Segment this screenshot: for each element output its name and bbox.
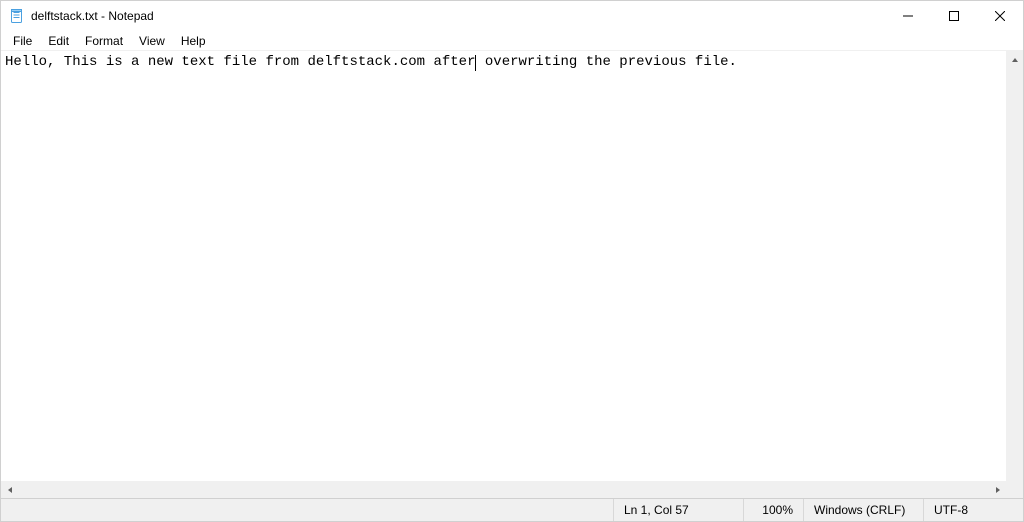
window-controls	[885, 1, 1023, 31]
minimize-button[interactable]	[885, 1, 931, 31]
status-eol: Windows (CRLF)	[803, 499, 923, 521]
text-before-cursor: Hello, This is a new text file from delf…	[5, 54, 475, 70]
horizontal-scroll-track[interactable]	[18, 481, 989, 498]
scroll-up-arrow-icon[interactable]	[1006, 51, 1023, 68]
menu-format[interactable]: Format	[77, 32, 131, 50]
horizontal-scrollbar[interactable]	[1, 481, 1006, 498]
menubar: File Edit Format View Help	[1, 31, 1023, 51]
notepad-window: delftstack.txt - Notepad File Edit Forma…	[0, 0, 1024, 522]
notepad-icon	[9, 8, 25, 24]
close-button[interactable]	[977, 1, 1023, 31]
scroll-right-arrow-icon[interactable]	[989, 481, 1006, 498]
menu-help[interactable]: Help	[173, 32, 214, 50]
status-zoom: 100%	[743, 499, 803, 521]
menu-view[interactable]: View	[131, 32, 173, 50]
scroll-corner	[1006, 481, 1023, 498]
editor-area: Hello, This is a new text file from delf…	[1, 51, 1023, 481]
status-spacer	[1, 499, 613, 521]
scroll-left-arrow-icon[interactable]	[1, 481, 18, 498]
titlebar[interactable]: delftstack.txt - Notepad	[1, 1, 1023, 31]
status-position: Ln 1, Col 57	[613, 499, 743, 521]
menu-edit[interactable]: Edit	[40, 32, 77, 50]
maximize-button[interactable]	[931, 1, 977, 31]
horizontal-scroll-row	[1, 481, 1023, 498]
text-editor[interactable]: Hello, This is a new text file from delf…	[1, 51, 1006, 481]
vertical-scrollbar[interactable]	[1006, 51, 1023, 481]
statusbar: Ln 1, Col 57 100% Windows (CRLF) UTF-8	[1, 498, 1023, 521]
menu-file[interactable]: File	[5, 32, 40, 50]
window-title: delftstack.txt - Notepad	[31, 9, 154, 23]
status-encoding: UTF-8	[923, 499, 1023, 521]
text-after-cursor: overwriting the previous file.	[476, 54, 736, 70]
